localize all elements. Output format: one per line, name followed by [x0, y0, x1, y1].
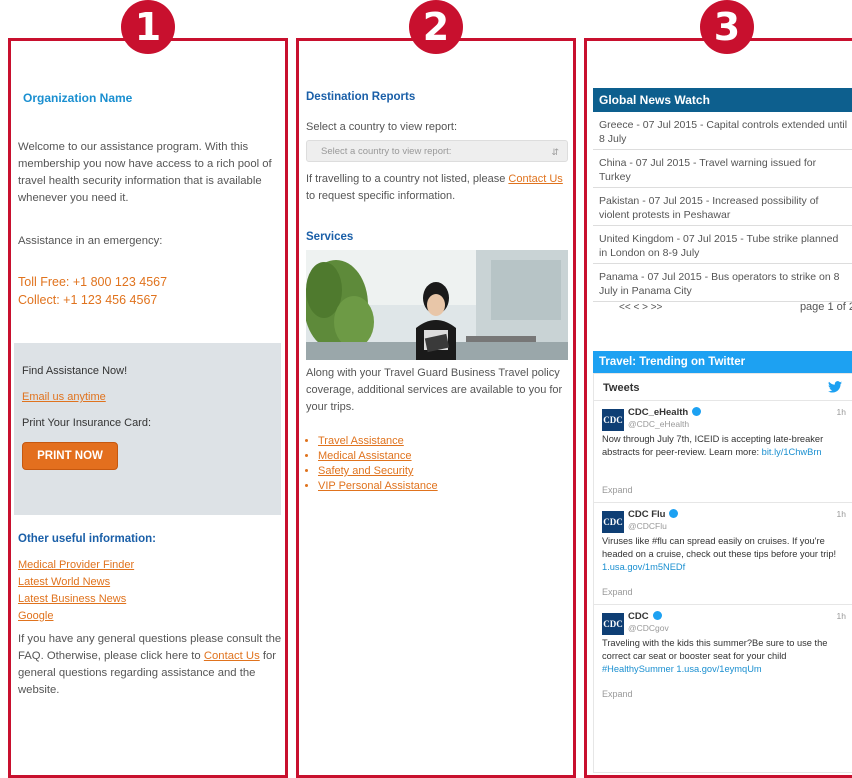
cdc-avatar[interactable]: CDC	[602, 409, 624, 431]
travel-assistance-link[interactable]: Travel Assistance	[318, 435, 404, 447]
twitter-bird-icon[interactable]	[828, 381, 842, 393]
country-select[interactable]: Select a country to view report: ⇵	[306, 140, 568, 162]
list-item: Google	[18, 608, 134, 625]
verified-icon	[669, 509, 679, 518]
email-us-link[interactable]: Email us anytime	[22, 391, 106, 403]
vip-assistance-link[interactable]: VIP Personal Assistance	[318, 480, 438, 492]
medical-provider-finder-link[interactable]: Medical Provider Finder	[18, 559, 134, 571]
news-item[interactable]: Panama - 07 Jul 2015 - Bus operators to …	[593, 264, 852, 302]
cdc-avatar[interactable]: CDC	[602, 613, 624, 635]
emergency-label: Assistance in an emergency:	[18, 235, 163, 247]
tweet-expand-link[interactable]: Expand	[602, 587, 633, 597]
list-item: Travel Assistance	[318, 434, 438, 449]
tweet-expand-link[interactable]: Expand	[602, 689, 633, 699]
list-item: VIP Personal Assistance	[318, 479, 438, 494]
verified-icon	[652, 611, 662, 620]
tweet-expand-link[interactable]: Expand	[602, 485, 633, 495]
toll-free-number: Toll Free: +1 800 123 4567	[18, 275, 168, 289]
news-item[interactable]: United Kingdom - 07 Jul 2015 - Tube stri…	[593, 226, 852, 264]
collect-number: Collect: +1 123 456 4567	[18, 293, 158, 307]
welcome-panel: Organization Name Welcome to our assista…	[8, 38, 288, 778]
tweet-item[interactable]: CDC CDC_eHealth @CDC_eHealth 1h Now thro…	[594, 400, 852, 503]
services-list: Travel Assistance Medical Assistance Saf…	[306, 434, 438, 494]
list-item: Latest Business News	[18, 591, 134, 608]
not-listed-before: If travelling to a country not listed, p…	[306, 173, 509, 185]
latest-world-news-link[interactable]: Latest World News	[18, 576, 110, 588]
useful-links-list: Medical Provider Finder Latest World New…	[18, 557, 134, 625]
news-item[interactable]: China - 07 Jul 2015 - Travel warning iss…	[593, 150, 852, 188]
tweet-link[interactable]: 1.usa.gov/1m5NEDf	[602, 562, 685, 572]
list-item: Medical Assistance	[318, 449, 438, 464]
medical-assistance-link[interactable]: Medical Assistance	[318, 450, 412, 462]
tweet-author-name[interactable]: CDC Flu	[628, 509, 679, 520]
news-item[interactable]: Greece - 07 Jul 2015 - Capital controls …	[593, 112, 852, 150]
list-item: Latest World News	[18, 574, 134, 591]
destination-panel: Destination Reports Select a country to …	[296, 38, 576, 778]
verified-icon	[692, 407, 702, 416]
tweet-author-handle[interactable]: @CDC_eHealth	[628, 419, 689, 429]
tweets-label: Tweets	[603, 382, 640, 394]
businesswoman-tablet-photo	[306, 250, 568, 360]
find-assistance-title: Find Assistance Now!	[22, 365, 128, 377]
not-listed-text: If travelling to a country not listed, p…	[306, 171, 571, 205]
news-list: Greece - 07 Jul 2015 - Capital controls …	[593, 112, 852, 302]
safety-security-link[interactable]: Safety and Security	[318, 465, 413, 477]
tweet-author-handle[interactable]: @CDCFlu	[628, 521, 667, 531]
tweet-link[interactable]: bit.ly/1ChwBrn	[762, 447, 822, 457]
services-description: Along with your Travel Guard Business Tr…	[306, 367, 563, 413]
tweet-link[interactable]: #HealthySummer 1.usa.gov/1eymqUm	[602, 664, 762, 674]
country-select-value: Select a country to view report:	[321, 146, 452, 157]
tweet-time: 1h	[836, 611, 846, 621]
country-select-label: Select a country to view report:	[306, 121, 458, 133]
step-badge-3: 3	[700, 0, 754, 54]
tweet-time: 1h	[836, 509, 846, 519]
contact-us-link[interactable]: Contact Us	[204, 650, 260, 662]
tweet-text: Viruses like #flu can spread easily on c…	[602, 536, 837, 572]
step-badge-2: 2	[409, 0, 463, 54]
tweet-time: 1h	[836, 407, 846, 417]
contact-us-link-2[interactable]: Contact Us	[508, 173, 562, 185]
twitter-trending-title: Travel: Trending on Twitter	[593, 351, 852, 373]
welcome-text: Welcome to our assistance program. With …	[18, 141, 272, 204]
destination-reports-title: Destination Reports	[306, 91, 416, 103]
other-info-title: Other useful information:	[18, 533, 156, 545]
tweet-text: Traveling with the kids this summer?Be s…	[602, 638, 828, 674]
tweet-item[interactable]: CDC CDC @CDCgov 1h Traveling with the ki…	[594, 604, 852, 715]
cdc-flu-avatar[interactable]: CDC	[602, 511, 624, 533]
news-item[interactable]: Pakistan - 07 Jul 2015 - Increased possi…	[593, 188, 852, 226]
tweet-author-name[interactable]: CDC	[628, 611, 662, 622]
page-indicator: page 1 of 2	[799, 301, 852, 313]
pager-arrows[interactable]: << < > >>	[619, 302, 662, 313]
print-now-button[interactable]: PRINT NOW	[22, 442, 118, 470]
print-card-label: Print Your Insurance Card:	[22, 417, 152, 429]
tweet-text: Now through July 7th, ICEID is accepting…	[602, 434, 824, 457]
tweet-author-name[interactable]: CDC_eHealth	[628, 407, 702, 418]
tweet-item[interactable]: CDC CDC Flu @CDCFlu 1h Viruses like #flu…	[594, 502, 852, 605]
find-assistance-box: Find Assistance Now! Email us anytime Pr…	[14, 343, 281, 515]
list-item: Medical Provider Finder	[18, 557, 134, 574]
latest-business-news-link[interactable]: Latest Business News	[18, 593, 126, 605]
tweets-widget: Tweets CDC CDC_eHealth @CDC_eHealth 1h N…	[593, 373, 852, 773]
organization-name: Organization Name	[23, 91, 133, 105]
list-item: Safety and Security	[318, 464, 438, 479]
services-title: Services	[306, 231, 354, 243]
google-link[interactable]: Google	[18, 610, 53, 622]
news-panel: Global News Watch Greece - 07 Jul 2015 -…	[584, 38, 852, 778]
global-news-title: Global News Watch	[593, 88, 852, 112]
faq-text: If you have any general questions please…	[18, 631, 285, 699]
step-badge-1: 1	[121, 0, 175, 54]
tweet-author-handle[interactable]: @CDCgov	[628, 623, 669, 633]
not-listed-after: to request specific information.	[306, 190, 456, 202]
select-arrows-icon: ⇵	[551, 147, 559, 157]
